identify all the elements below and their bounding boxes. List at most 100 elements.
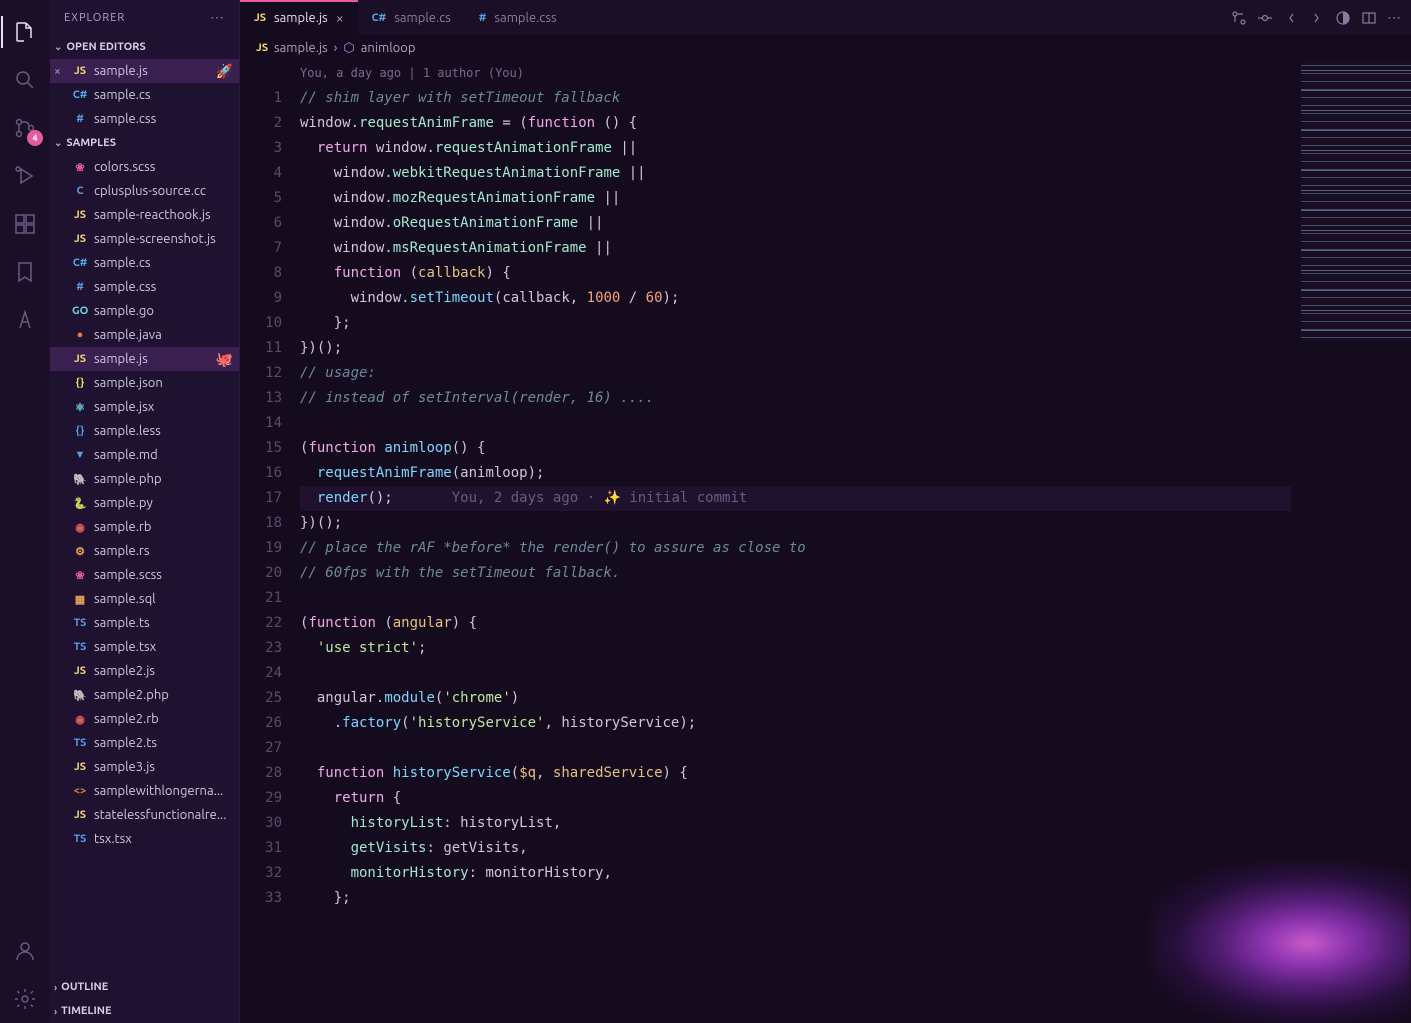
code-line[interactable]: window.msRequestAnimationFrame ||: [300, 236, 1291, 261]
code-editor[interactable]: 1234567891011121314151617181920212223242…: [240, 61, 1411, 1023]
file-tree-item[interactable]: JSsample3.js: [50, 755, 239, 779]
code-line[interactable]: .factory('historyService', historyServic…: [300, 711, 1291, 736]
search-activity[interactable]: [1, 56, 49, 104]
cube-icon: ⬡: [343, 41, 354, 56]
code-line[interactable]: function (callback) {: [300, 261, 1291, 286]
code-line[interactable]: };: [300, 886, 1291, 911]
file-tree-item[interactable]: JSsample.js🐙: [50, 347, 239, 371]
explorer-activity[interactable]: [1, 8, 49, 56]
compare-changes-icon[interactable]: [1231, 10, 1247, 26]
extensions-activity[interactable]: [1, 200, 49, 248]
file-tree-item[interactable]: ▼sample.md: [50, 443, 239, 467]
file-tree-item[interactable]: TSsample2.ts: [50, 731, 239, 755]
sidebar-more-icon[interactable]: ⋯: [210, 9, 225, 26]
file-tree-item[interactable]: {}sample.json: [50, 371, 239, 395]
more-actions-icon[interactable]: ⋯: [1387, 9, 1401, 26]
close-icon[interactable]: ×: [54, 65, 61, 78]
file-tree-item[interactable]: JSsample-reacthook.js: [50, 203, 239, 227]
bookmarks-activity[interactable]: [1, 248, 49, 296]
file-name: sample.less: [94, 424, 161, 438]
code-line[interactable]: return {: [300, 786, 1291, 811]
atlassian-activity[interactable]: [1, 296, 49, 344]
breadcrumb[interactable]: JS sample.js › ⬡ animloop: [240, 35, 1411, 61]
file-tree-item[interactable]: 🐍sample.py: [50, 491, 239, 515]
open-editor-item[interactable]: ×JSsample.js🚀: [50, 59, 239, 83]
code-line[interactable]: };: [300, 311, 1291, 336]
code-line[interactable]: // usage:: [300, 361, 1291, 386]
timeline-section[interactable]: › TIMELINE: [50, 999, 239, 1023]
file-type-icon: C: [72, 185, 88, 197]
file-tree-item[interactable]: 🐘sample.php: [50, 467, 239, 491]
prev-change-icon[interactable]: [1283, 10, 1299, 26]
code-line[interactable]: [300, 736, 1291, 761]
file-tree-item[interactable]: <>samplewithlongerna...: [50, 779, 239, 803]
file-type-icon: C#: [72, 257, 88, 269]
code-line[interactable]: [300, 661, 1291, 686]
file-tree-item[interactable]: Ccplusplus-source.cc: [50, 179, 239, 203]
editor-tab[interactable]: JSsample.js×: [240, 0, 358, 35]
outline-section[interactable]: › OUTLINE: [50, 975, 239, 999]
code-line[interactable]: window.webkitRequestAnimationFrame ||: [300, 161, 1291, 186]
code-line[interactable]: window.requestAnimFrame = (function () {: [300, 111, 1291, 136]
file-tree-item[interactable]: {}sample.less: [50, 419, 239, 443]
file-tree-item[interactable]: ❀sample.scss: [50, 563, 239, 587]
folder-section[interactable]: ⌄ SAMPLES: [50, 131, 239, 155]
file-tree-item[interactable]: ⚙sample.rs: [50, 539, 239, 563]
open-editors-section[interactable]: ⌄ OPEN EDITORS: [50, 35, 239, 59]
code-line[interactable]: [300, 411, 1291, 436]
code-line[interactable]: monitorHistory: monitorHistory,: [300, 861, 1291, 886]
settings-activity[interactable]: [1, 975, 49, 1023]
code-line[interactable]: (function (angular) {: [300, 611, 1291, 636]
minimap[interactable]: [1301, 61, 1411, 341]
file-tree-item[interactable]: #sample.css: [50, 275, 239, 299]
file-tree-item[interactable]: JSsample2.js: [50, 659, 239, 683]
file-tree-item[interactable]: ◉sample2.rb: [50, 707, 239, 731]
file-tree-item[interactable]: C#sample.cs: [50, 251, 239, 275]
code-line[interactable]: getVisits: getVisits,: [300, 836, 1291, 861]
accounts-activity[interactable]: [1, 927, 49, 975]
code-line[interactable]: [300, 586, 1291, 611]
editor-tab[interactable]: C#sample.cs: [358, 0, 465, 35]
toggle-aside-icon[interactable]: [1335, 10, 1351, 26]
code-line[interactable]: requestAnimFrame(animloop);: [300, 461, 1291, 486]
code-line[interactable]: // place the rAF *before* the render() t…: [300, 536, 1291, 561]
file-tree-item[interactable]: ❀colors.scss: [50, 155, 239, 179]
open-editor-item[interactable]: C#sample.cs: [50, 83, 239, 107]
debug-activity[interactable]: [1, 152, 49, 200]
split-editor-icon[interactable]: [1361, 10, 1377, 26]
editor-tab[interactable]: #sample.css: [465, 0, 571, 35]
file-tree-item[interactable]: JSstatelessfunctionalre...: [50, 803, 239, 827]
codelens[interactable]: You, a day ago | 1 author (You): [300, 61, 1291, 86]
file-tree-item[interactable]: GOsample.go: [50, 299, 239, 323]
code-line[interactable]: render(); You, 2 days ago · ✨ initial co…: [300, 486, 1291, 511]
scm-activity[interactable]: 4: [1, 104, 49, 152]
code-line[interactable]: window.setTimeout(callback, 1000 / 60);: [300, 286, 1291, 311]
code-line[interactable]: // shim layer with setTimeout fallback: [300, 86, 1291, 111]
open-editor-item[interactable]: #sample.css: [50, 107, 239, 131]
file-tree-item[interactable]: JSsample-screenshot.js: [50, 227, 239, 251]
file-tree-item[interactable]: TSsample.tsx: [50, 635, 239, 659]
code-line[interactable]: 'use strict';: [300, 636, 1291, 661]
close-icon[interactable]: ×: [336, 10, 344, 26]
code-line[interactable]: // 60fps with the setTimeout fallback.: [300, 561, 1291, 586]
file-tree-item[interactable]: ⚛sample.jsx: [50, 395, 239, 419]
file-tree-item[interactable]: ●sample.java: [50, 323, 239, 347]
code-line[interactable]: (function animloop() {: [300, 436, 1291, 461]
next-change-icon[interactable]: [1309, 10, 1325, 26]
code-line[interactable]: })();: [300, 511, 1291, 536]
code-line[interactable]: // instead of setInterval(render, 16) ..…: [300, 386, 1291, 411]
code-line[interactable]: window.oRequestAnimationFrame ||: [300, 211, 1291, 236]
code-line[interactable]: historyList: historyList,: [300, 811, 1291, 836]
code-line[interactable]: angular.module('chrome'): [300, 686, 1291, 711]
file-tree-item[interactable]: ◉sample.rb: [50, 515, 239, 539]
file-tree-item[interactable]: TStsx.tsx: [50, 827, 239, 851]
code-line[interactable]: })();: [300, 336, 1291, 361]
code-line[interactable]: window.mozRequestAnimationFrame ||: [300, 186, 1291, 211]
file-tree-item[interactable]: 🐘sample2.php: [50, 683, 239, 707]
git-commit-icon[interactable]: [1257, 10, 1273, 26]
file-tree-item[interactable]: ▦sample.sql: [50, 587, 239, 611]
file-tree-item[interactable]: TSsample.ts: [50, 611, 239, 635]
code-line[interactable]: return window.requestAnimationFrame ||: [300, 136, 1291, 161]
file-type-icon: ❀: [72, 161, 88, 174]
code-line[interactable]: function historyService($q, sharedServic…: [300, 761, 1291, 786]
